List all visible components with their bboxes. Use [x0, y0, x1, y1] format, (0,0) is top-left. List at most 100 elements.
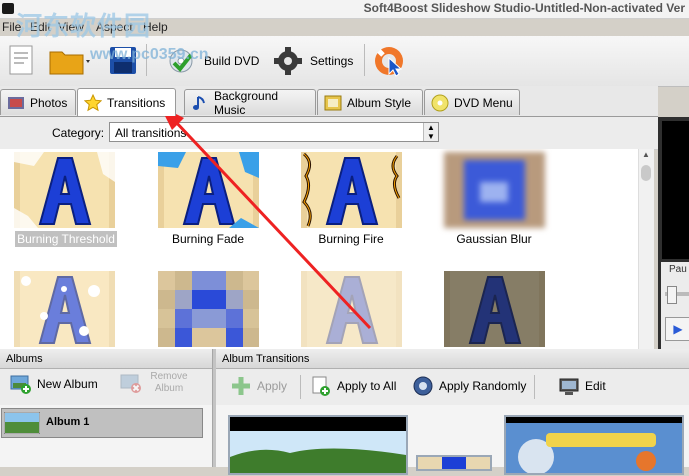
transition-thumbnail [158, 271, 259, 347]
albums-toolbar: New Album Remove Album [0, 369, 212, 405]
category-select[interactable]: All transitions ▲ ▼ [109, 122, 439, 142]
tab-bar: Photos Transitions Background Music Albu… [0, 86, 658, 117]
apply-button[interactable]: Apply [230, 375, 287, 397]
apply-label: Apply [257, 379, 288, 393]
transition-gaussian-blur[interactable] [444, 152, 545, 228]
settings-label: Settings [310, 54, 354, 68]
new-project-icon [9, 45, 33, 75]
gallery-scrollbar[interactable]: ▲ [638, 149, 654, 349]
tab-label: Background Music [214, 88, 279, 117]
transition-thumbnail [158, 152, 259, 228]
gear-icon [274, 47, 302, 75]
preview-panel: Pau ▶ [658, 117, 689, 349]
transition-burning-threshold[interactable] [14, 152, 115, 228]
bottom-panels: Albums New Album Remove Album Album 1 Al… [0, 349, 689, 475]
transition-label: Burning Fire [318, 232, 384, 246]
apply-to-all-label: Apply to All [337, 379, 397, 393]
transition-thumbnail [444, 271, 545, 347]
transition-thumbnail [14, 152, 115, 228]
tab-label: Photos [30, 95, 68, 110]
transition-thumbnail-row2[interactable] [444, 271, 545, 347]
slide-image [230, 417, 406, 473]
seek-handle[interactable] [667, 286, 677, 304]
pause-label: Pau [669, 264, 687, 275]
album-transitions-header: Album Transitions [216, 349, 689, 369]
album-transitions-strip [216, 405, 689, 475]
albums-list: Album 1 [0, 405, 212, 467]
tab-label: DVD Menu [454, 95, 513, 110]
edit-label: Edit [585, 379, 606, 393]
music-note-icon [193, 95, 205, 110]
transition-burning-fire[interactable] [301, 152, 402, 228]
watermark-logo: 河东软件园 [16, 12, 152, 42]
transition-burning-fade[interactable] [158, 152, 259, 228]
new-album-icon [10, 375, 31, 394]
preview-controls: Pau ▶ [661, 262, 689, 349]
remove-album-button[interactable]: Remove Album [120, 371, 191, 395]
open-project-button[interactable] [48, 44, 92, 78]
transition-slot[interactable] [416, 455, 492, 471]
tab-label: Album Style [347, 95, 412, 110]
toolbar-separator [364, 44, 365, 76]
settings-button[interactable]: Settings [272, 44, 353, 78]
folder-icon [49, 51, 90, 75]
slide-image [506, 423, 682, 475]
transition-thumbnail-row2[interactable] [158, 271, 259, 347]
tab-transitions[interactable]: Transitions [77, 88, 176, 116]
album-thumbnail [4, 412, 40, 434]
new-album-button[interactable]: New Album [10, 373, 98, 395]
category-row: Category: All transitions ▲ ▼ [0, 117, 658, 150]
transition-thumbnail [444, 152, 545, 228]
album-item[interactable]: Album 1 [1, 408, 203, 438]
apply-randomly-label: Apply Randomly [439, 379, 527, 393]
transition-label: Gaussian Blur [456, 232, 532, 246]
updown-arrows-icon: ▲ ▼ [423, 123, 438, 141]
photos-icon [8, 96, 24, 109]
play-icon[interactable]: ▶ [665, 317, 689, 341]
edit-icon [559, 378, 579, 395]
album-transitions-toolbar: Apply Apply to All Apply Randomly Edit [216, 369, 689, 405]
transition-thumbnail [301, 271, 402, 347]
dvd-menu-icon [431, 94, 449, 111]
album-style-icon [324, 95, 342, 110]
apply-randomly-button[interactable]: Apply Randomly [412, 375, 526, 397]
tab-album-style[interactable]: Album Style [317, 89, 423, 115]
album-name: Album 1 [46, 416, 90, 428]
preview-screen [662, 121, 689, 259]
new-album-label: New Album [37, 377, 98, 391]
watermark-url: www.pc0359.cn [90, 46, 209, 63]
category-label: Category: [52, 126, 105, 140]
transition-label: Burning Fade [171, 232, 245, 246]
tab-photos[interactable]: Photos [0, 89, 76, 115]
plus-icon [232, 377, 250, 395]
edit-button[interactable]: Edit [558, 375, 606, 397]
new-project-button[interactable] [6, 44, 36, 78]
tab-background-music[interactable]: Background Music [184, 88, 316, 117]
apply-to-all-icon [312, 376, 330, 396]
toolbar-separator [300, 375, 301, 399]
window-title: Soft4Boost Slideshow Studio-Untitled-Non… [363, 1, 685, 15]
slide-thumbnail[interactable] [504, 415, 684, 475]
transition-slot-thumbnail [442, 457, 466, 469]
category-value: All transitions [115, 126, 187, 140]
lifebuoy-icon [375, 47, 403, 77]
tab-dvd-menu[interactable]: DVD Menu [424, 89, 520, 115]
scroll-up-arrow-icon[interactable]: ▲ [640, 150, 652, 162]
albums-header: Albums [0, 349, 212, 369]
dice-icon [413, 376, 433, 396]
transition-thumbnail [301, 152, 402, 228]
transition-thumbnail-row2[interactable] [301, 271, 402, 347]
tab-label: Transitions [107, 95, 166, 110]
apply-to-all-button[interactable]: Apply to All [310, 375, 396, 397]
star-icon [84, 93, 102, 111]
build-dvd-label: Build DVD [204, 54, 260, 68]
transitions-gallery: Burning Threshold Burning Fade Burning F… [0, 149, 638, 349]
toolbar-separator [534, 375, 535, 399]
remove-album-label: Remove Album [150, 371, 188, 394]
slide-thumbnail[interactable] [228, 415, 408, 475]
transition-label-selected: Burning Threshold [15, 231, 117, 247]
help-button[interactable] [372, 44, 406, 78]
scroll-thumb[interactable] [641, 165, 651, 181]
transition-thumbnail-row2[interactable] [14, 271, 115, 347]
app-icon [2, 3, 14, 14]
